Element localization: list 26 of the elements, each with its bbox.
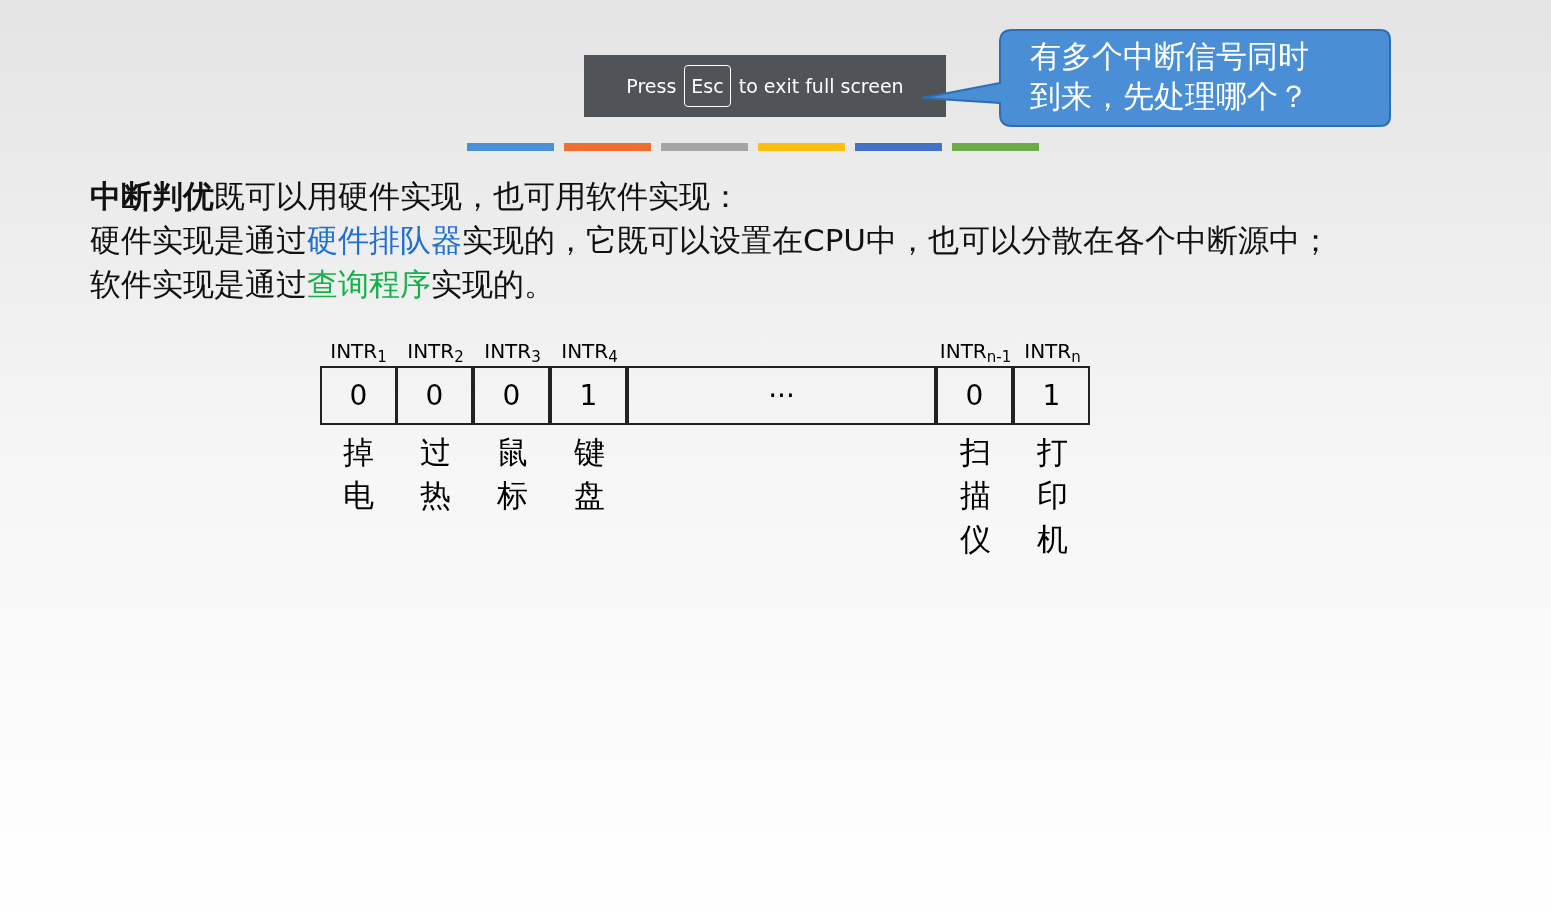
paragraph: 软件实现是通过查询程序实现的。 xyxy=(90,265,556,304)
register-cell: 0 xyxy=(396,366,473,425)
register-bit-label: INTR$_{4}$ xyxy=(561,338,618,366)
paragraph: 硬件实现是通过硬件排队器实现的，它既可以设置在CPU中，也可以分散在各个中断源中； xyxy=(90,221,1333,260)
register-bit-label: INTR$_{3}$ xyxy=(484,338,541,366)
register-bit-label: INTR$_{n-1}$ xyxy=(939,338,1012,366)
register-bit-label: INTR$_{n}$ xyxy=(1024,338,1081,366)
register-cell: 0 xyxy=(473,366,550,425)
paragraph: 中断判优既可以用硬件实现，也可用软件实现： xyxy=(90,177,742,216)
notice-text: Press xyxy=(626,73,677,99)
device-label: 打印机 xyxy=(1037,433,1068,559)
notice-text: to exit full screen xyxy=(738,73,904,99)
device-label: 掉电 xyxy=(343,433,374,516)
register-bit-label: INTR$_{2}$ xyxy=(407,338,464,366)
register-cell: 1 xyxy=(550,366,627,425)
register-cell: 1 xyxy=(1013,366,1090,425)
device-label: 过热 xyxy=(420,433,451,516)
device-label: 键盘 xyxy=(574,433,605,516)
register-bit-label: INTR$_{1}$ xyxy=(330,338,387,366)
register-cell: ··· xyxy=(627,366,936,425)
register-cell: 0 xyxy=(320,366,397,425)
device-label: 扫描仪 xyxy=(960,433,991,559)
callout-text: 有多个中断信号同时 到来，先处理哪个？ xyxy=(1030,37,1309,116)
device-label: 鼠标 xyxy=(497,433,528,516)
esc-key: Esc xyxy=(684,65,731,107)
register-cell: 0 xyxy=(936,366,1013,425)
